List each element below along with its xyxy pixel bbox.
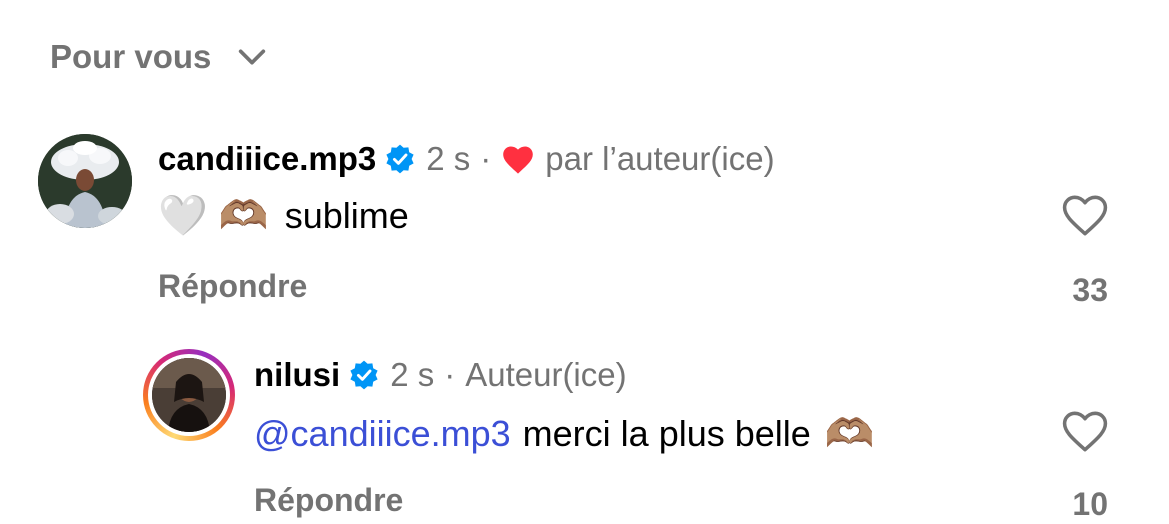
comment-sort-dropdown[interactable]: Pour vous <box>50 38 269 76</box>
avatar-nilusi <box>152 358 226 432</box>
mention-link[interactable]: @candiiice.mp3 <box>254 413 511 455</box>
avatar-image <box>152 358 226 432</box>
separator-dot: · <box>480 140 492 177</box>
heart-outline-icon[interactable] <box>1060 408 1110 454</box>
comment-emojis: 🤍 🫶🏽 <box>158 194 269 238</box>
comment-text: sublime <box>284 194 409 236</box>
like-count: 10 <box>1072 486 1108 522</box>
comment-emoji: 🫶🏽 <box>824 412 875 456</box>
chevron-down-icon <box>239 49 266 65</box>
heart-filled-icon <box>503 146 534 174</box>
reply-button[interactable]: Répondre <box>254 482 403 519</box>
liked-by-author-label: par l’auteur(ice) <box>545 140 775 177</box>
reply-header: nilusi 2 s · Auteur(ice) <box>254 356 627 394</box>
author-badge: Auteur(ice) <box>465 356 627 393</box>
reply-body: @candiiice.mp3 merci la plus belle 🫶🏽 <box>254 410 875 457</box>
reply-button[interactable]: Répondre <box>158 268 307 305</box>
comment-header: candiiice.mp3 2 s · par l’auteur(ice) <box>158 140 775 178</box>
avatar-candiiice[interactable] <box>38 134 132 228</box>
comment-sort-label: Pour vous <box>50 38 212 75</box>
verified-badge-icon <box>350 360 378 390</box>
verified-badge-icon <box>386 144 414 174</box>
like-count: 33 <box>1072 272 1108 308</box>
comment-time: 2 s <box>426 140 471 177</box>
username[interactable]: nilusi <box>254 356 340 394</box>
separator-dot: · <box>444 356 456 393</box>
comment-time: 2 s <box>390 356 435 393</box>
story-ring-gap <box>148 354 230 436</box>
heart-outline-icon[interactable] <box>1060 192 1110 238</box>
avatar-image <box>38 134 132 228</box>
avatar-nilusi-story-ring[interactable] <box>143 349 235 441</box>
comment-text: merci la plus belle <box>522 412 811 454</box>
comment-body: 🤍 🫶🏽 sublime <box>158 192 409 239</box>
username[interactable]: candiiice.mp3 <box>158 140 376 178</box>
